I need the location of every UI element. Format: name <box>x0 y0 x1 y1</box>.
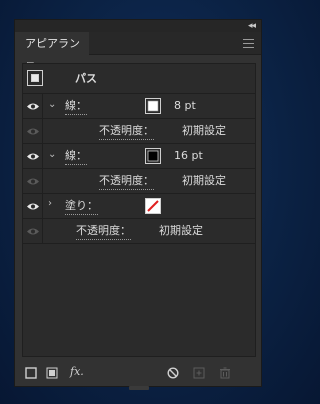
opacity-row-3[interactable]: 不透明度： 初期設定 <box>23 219 255 244</box>
panel-tab-bar: アピアランス <box>15 32 261 73</box>
stroke-swatch-black[interactable] <box>145 148 161 164</box>
add-new-stroke-icon[interactable] <box>25 367 37 379</box>
fill-swatch-none[interactable] <box>145 198 161 214</box>
eye-icon <box>27 103 39 110</box>
panel-bottom-toolbar: fx. <box>15 360 261 390</box>
appearance-panel: ◂◂ アピアランス パス ⌄ 線： 8 pt <box>14 19 262 390</box>
opacity-row-2[interactable]: 不透明度： 初期設定 <box>23 169 255 194</box>
eye-icon-dimmed <box>27 178 39 185</box>
duplicate-item-icon[interactable] <box>193 367 205 379</box>
stroke-label[interactable]: 線： <box>65 148 87 165</box>
panel-menu-icon[interactable] <box>243 39 254 48</box>
eye-icon <box>27 203 39 210</box>
panel-title-strip: ◂◂ <box>15 20 261 32</box>
visibility-toggle[interactable] <box>23 94 43 118</box>
opacity-label[interactable]: 不透明度： <box>99 173 154 190</box>
opacity-label[interactable]: 不透明度： <box>76 223 131 240</box>
stroke-row-1[interactable]: ⌄ 線： 8 pt <box>23 94 255 119</box>
object-type-label: パス <box>75 71 97 85</box>
stroke-swatch-white[interactable] <box>145 98 161 114</box>
visibility-toggle[interactable] <box>23 194 43 218</box>
stroke-weight-value[interactable]: 16 pt <box>174 148 203 164</box>
visibility-toggle[interactable] <box>23 219 43 243</box>
resize-grip[interactable] <box>129 386 149 390</box>
opacity-row-1[interactable]: 不透明度： 初期設定 <box>23 119 255 144</box>
fill-label[interactable]: 塗り： <box>65 198 98 215</box>
chevron-right-icon[interactable]: › <box>48 198 52 209</box>
eye-icon <box>27 153 39 160</box>
opacity-value: 初期設定 <box>182 174 226 187</box>
appearance-list: パス ⌄ 線： 8 pt 不透明度： 初期設定 ⌄ 線： 16 pt 不透明度：… <box>22 63 256 357</box>
eye-icon-dimmed <box>27 228 39 235</box>
visibility-toggle[interactable] <box>23 169 43 193</box>
stroke-row-2[interactable]: ⌄ 線： 16 pt <box>23 144 255 169</box>
object-header-row[interactable]: パス <box>23 64 255 94</box>
tab-appearance[interactable]: アピアランス <box>15 32 89 73</box>
delete-trash-icon[interactable] <box>219 367 231 379</box>
collapse-panel-button[interactable]: ◂◂ <box>248 20 256 32</box>
eye-icon-dimmed <box>27 128 39 135</box>
chevron-down-icon[interactable]: ⌄ <box>48 99 56 110</box>
clear-appearance-icon[interactable] <box>167 367 179 379</box>
add-new-fill-icon[interactable] <box>46 367 58 379</box>
stroke-label[interactable]: 線： <box>65 98 87 115</box>
path-thumbnail-icon <box>27 70 43 86</box>
stroke-weight-value[interactable]: 8 pt <box>174 98 196 114</box>
visibility-toggle[interactable] <box>23 119 43 143</box>
opacity-value: 初期設定 <box>159 224 203 237</box>
add-effect-fx-icon[interactable]: fx. <box>70 365 84 378</box>
opacity-value: 初期設定 <box>182 124 226 137</box>
fill-row[interactable]: › 塗り： <box>23 194 255 219</box>
visibility-toggle[interactable] <box>23 144 43 168</box>
chevron-down-icon[interactable]: ⌄ <box>48 149 56 160</box>
opacity-label[interactable]: 不透明度： <box>99 123 154 140</box>
